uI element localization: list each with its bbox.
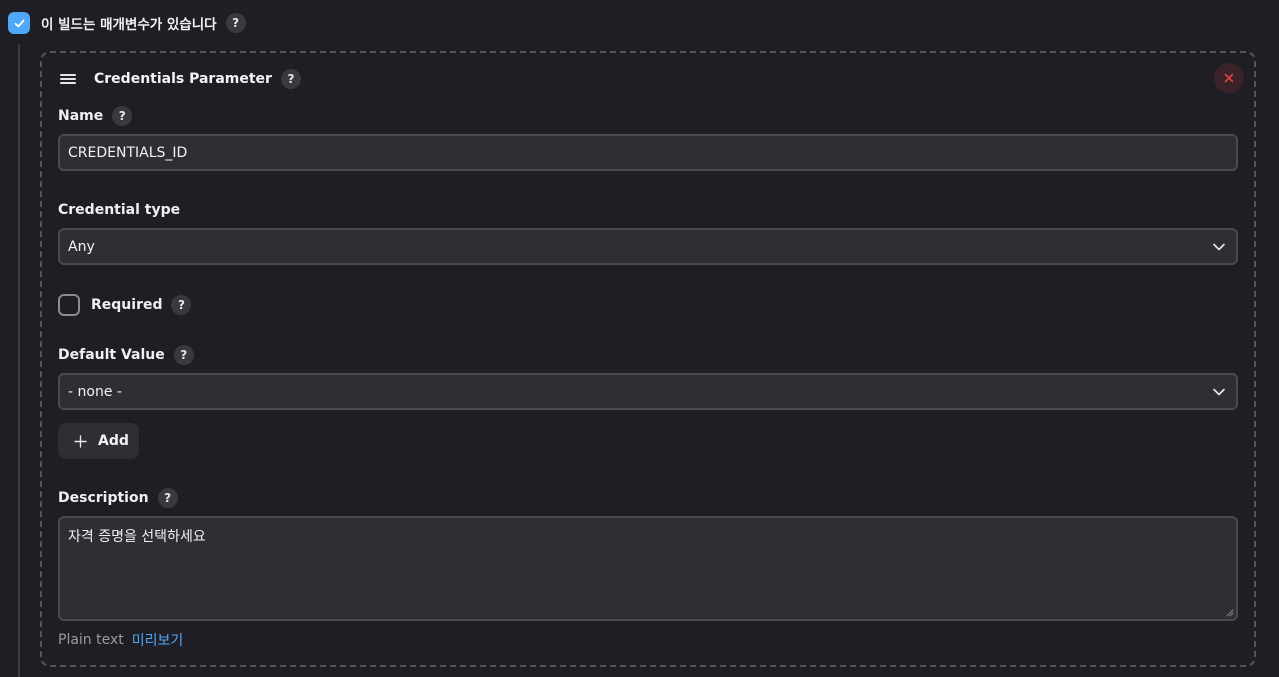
name-input[interactable]: CREDENTIALS_ID: [58, 134, 1238, 171]
parameterized-build-row: 이 빌드는 매개변수가 있습니다 ?: [8, 11, 246, 35]
default-value-label-row: Default Value ?: [58, 344, 194, 366]
resize-handle-icon[interactable]: [1225, 608, 1234, 617]
name-input-value: CREDENTIALS_ID: [68, 144, 188, 161]
parameterized-checkbox[interactable]: [8, 12, 30, 34]
add-button-label: Add: [98, 433, 129, 449]
check-icon: [14, 19, 24, 27]
chevron-down-icon: [1213, 388, 1225, 396]
required-checkbox[interactable]: [58, 294, 80, 316]
plus-icon: [74, 434, 87, 448]
help-icon[interactable]: ?: [225, 13, 246, 33]
help-icon[interactable]: ?: [171, 295, 192, 315]
description-textarea[interactable]: 자격 증명을 선택하세요: [58, 516, 1238, 621]
required-label-row: Required ?: [91, 294, 192, 316]
credential-type-label-row: Credential type: [58, 199, 180, 221]
close-icon: [1224, 73, 1234, 83]
description-label-row: Description ?: [58, 487, 178, 509]
card-title: Credentials Parameter: [94, 71, 272, 87]
credential-type-label: Credential type: [58, 202, 181, 218]
required-label: Required: [91, 297, 163, 313]
default-value-value: - none -: [68, 383, 122, 400]
parameterized-label: 이 빌드는 매개변수가 있습니다: [41, 17, 217, 33]
help-icon[interactable]: ?: [112, 106, 133, 126]
chevron-down-icon: [1213, 243, 1225, 251]
delete-parameter-button[interactable]: [1214, 63, 1244, 93]
credential-type-value: Any: [68, 238, 95, 255]
credential-type-select[interactable]: Any: [58, 228, 1238, 265]
card-header: Credentials Parameter ?: [60, 67, 301, 91]
section-indent-line: [18, 44, 20, 677]
description-label: Description: [58, 490, 149, 506]
preview-link[interactable]: 미리보기: [132, 630, 184, 650]
name-label-row: Name ?: [58, 105, 133, 127]
format-row: Plain text 미리보기: [58, 630, 183, 650]
credentials-parameter-card: Credentials Parameter ? Name ? CREDENTIA…: [40, 51, 1256, 667]
drag-handle-icon[interactable]: [60, 73, 76, 85]
help-icon[interactable]: ?: [280, 69, 301, 89]
default-value-select[interactable]: - none -: [58, 373, 1238, 410]
help-icon[interactable]: ?: [173, 345, 194, 365]
add-credential-button[interactable]: Add: [58, 423, 139, 459]
help-icon[interactable]: ?: [157, 488, 178, 508]
default-value-label: Default Value: [58, 347, 165, 363]
description-value: 자격 증명을 선택하세요: [68, 529, 206, 545]
plain-text-label: Plain text: [58, 632, 124, 648]
name-label: Name: [58, 108, 104, 124]
